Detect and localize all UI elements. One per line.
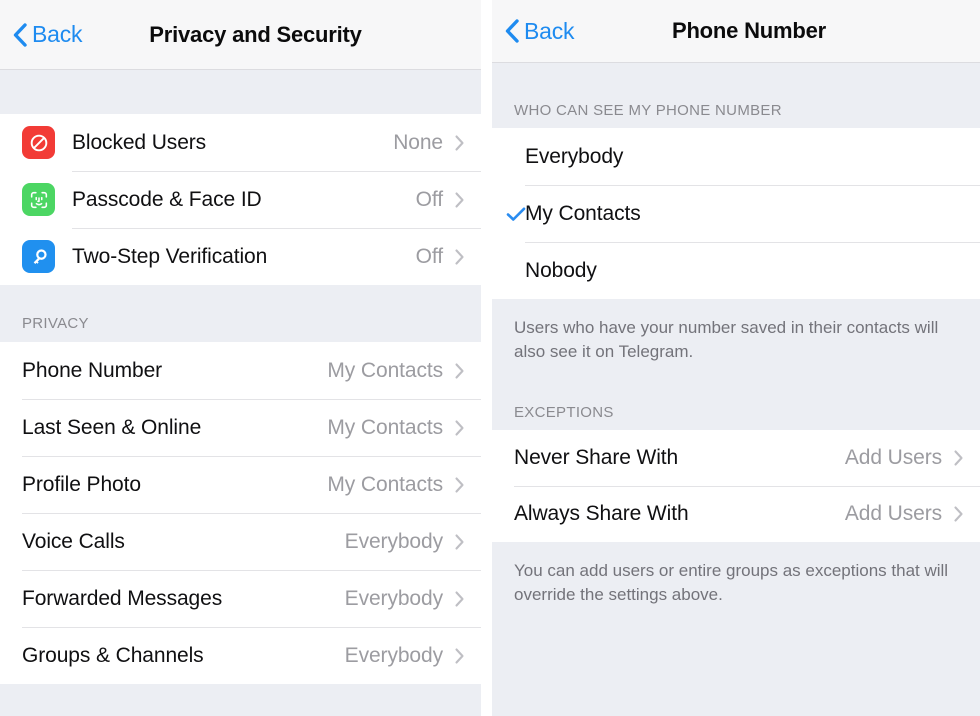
row-label: Last Seen & Online [22, 415, 202, 439]
row-value: Everybody [344, 643, 443, 667]
option-label: Nobody [525, 258, 597, 282]
visibility-section-header: WHO CAN SEE MY PHONE NUMBER [492, 85, 980, 128]
chevron-right-icon [454, 362, 465, 380]
left-top-spacer [0, 70, 481, 114]
checkmark-icon [505, 203, 527, 225]
chevron-right-icon [454, 419, 465, 437]
row-forwarded-messages[interactable]: Forwarded Messages Everybody [0, 570, 481, 627]
row-always-share-with[interactable]: Always Share With Add Users [492, 486, 980, 542]
option-my-contacts[interactable]: My Contacts [492, 185, 980, 242]
option-label: My Contacts [525, 201, 641, 225]
row-blocked-users[interactable]: Blocked Users None [0, 114, 481, 171]
chevron-right-icon [454, 476, 465, 494]
row-label: Two-Step Verification [72, 244, 268, 268]
row-value: None [393, 130, 443, 154]
row-label: Profile Photo [22, 472, 141, 496]
phone-number-privacy-screen: Back Phone Number WHO CAN SEE MY PHONE N… [492, 0, 980, 716]
panel-divider [481, 0, 492, 716]
row-value: Off [415, 244, 443, 268]
row-voice-calls[interactable]: Voice Calls Everybody [0, 513, 481, 570]
security-list: Blocked Users None Passcode & Face ID Of… [0, 114, 481, 285]
row-value: Add Users [844, 502, 942, 525]
chevron-right-icon [953, 449, 964, 467]
face-id-icon [22, 183, 55, 216]
row-label: Never Share With [514, 446, 679, 469]
option-everybody[interactable]: Everybody [492, 128, 980, 185]
right-navigation-bar: Back Phone Number [492, 0, 980, 63]
row-two-step-verification[interactable]: Two-Step Verification Off [0, 228, 481, 285]
key-icon [22, 240, 55, 273]
row-passcode-face-id[interactable]: Passcode & Face ID Off [0, 171, 481, 228]
exceptions-section-header: EXCEPTIONS [492, 378, 980, 430]
chevron-right-icon [953, 505, 964, 523]
option-label: Everybody [525, 144, 624, 168]
row-value: Everybody [344, 586, 443, 610]
page-title: Privacy and Security [149, 21, 362, 47]
row-label: Passcode & Face ID [72, 187, 262, 211]
row-phone-number[interactable]: Phone Number My Contacts [0, 342, 481, 399]
visibility-section-footer: Users who have your number saved in thei… [492, 299, 980, 378]
chevron-right-icon [454, 248, 465, 266]
row-label: Forwarded Messages [22, 586, 223, 610]
page-title: Phone Number [671, 18, 827, 43]
row-label: Groups & Channels [22, 643, 204, 667]
row-profile-photo[interactable]: Profile Photo My Contacts [0, 456, 481, 513]
exceptions-list: Never Share With Add Users Always Share … [492, 430, 980, 542]
right-top-spacer [492, 63, 980, 85]
row-never-share-with[interactable]: Never Share With Add Users [492, 430, 980, 486]
row-value: My Contacts [327, 472, 443, 496]
row-label: Phone Number [22, 358, 163, 382]
row-value: My Contacts [327, 358, 443, 382]
dual-screenshot-container: Back Privacy and Security Blocked Users … [0, 0, 980, 716]
left-bottom-spacer [0, 684, 481, 697]
row-label: Always Share With [514, 502, 689, 525]
chevron-right-icon [454, 590, 465, 608]
privacy-section-header: PRIVACY [0, 285, 481, 342]
row-groups-channels[interactable]: Groups & Channels Everybody [0, 627, 481, 684]
row-value: Add Users [844, 446, 942, 469]
row-value: My Contacts [327, 415, 443, 439]
privacy-and-security-screen: Back Privacy and Security Blocked Users … [0, 0, 481, 716]
chevron-right-icon [454, 191, 465, 209]
left-navigation-bar: Back Privacy and Security [0, 0, 481, 70]
visibility-options-list: Everybody My Contacts Nobody [492, 128, 980, 299]
chevron-right-icon [454, 533, 465, 551]
chevron-right-icon [454, 134, 465, 152]
row-label: Voice Calls [22, 529, 125, 553]
row-value: Off [415, 187, 443, 211]
chevron-right-icon [454, 647, 465, 665]
row-label: Blocked Users [72, 130, 207, 154]
row-last-seen-online[interactable]: Last Seen & Online My Contacts [0, 399, 481, 456]
blocked-user-icon [22, 126, 55, 159]
privacy-list: Phone Number My Contacts Last Seen & Onl… [0, 342, 481, 684]
row-value: Everybody [344, 529, 443, 553]
option-nobody[interactable]: Nobody [492, 242, 980, 299]
exceptions-section-footer: You can add users or entire groups as ex… [492, 542, 980, 706]
